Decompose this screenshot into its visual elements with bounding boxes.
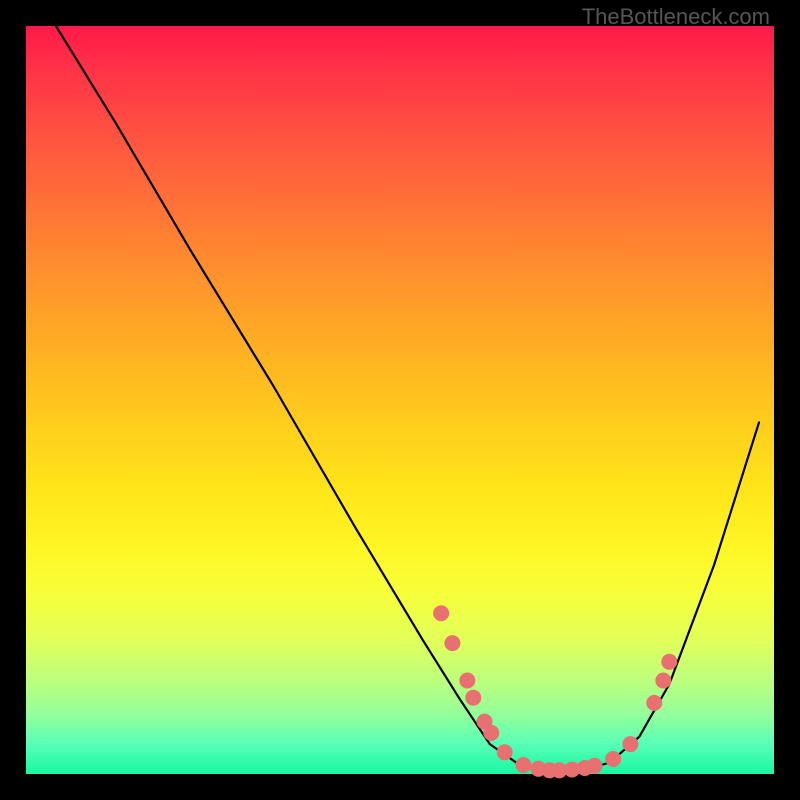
data-point [497,744,513,760]
data-point [605,751,621,767]
bottleneck-curve-layer [26,26,774,774]
data-point [661,654,677,670]
data-point [483,725,499,741]
data-point [433,605,449,621]
data-point [622,736,638,752]
chart-stage: TheBottleneck.com [0,0,800,800]
data-points-group [433,605,677,778]
data-point [646,695,662,711]
data-point [587,758,603,774]
data-point [459,673,475,689]
gradient-plot-area [26,26,774,774]
bottleneck-curve [56,26,759,770]
data-point [655,673,671,689]
attribution-label: TheBottleneck.com [582,4,770,30]
data-point [444,635,460,651]
data-point [515,757,531,773]
data-point [465,690,481,706]
